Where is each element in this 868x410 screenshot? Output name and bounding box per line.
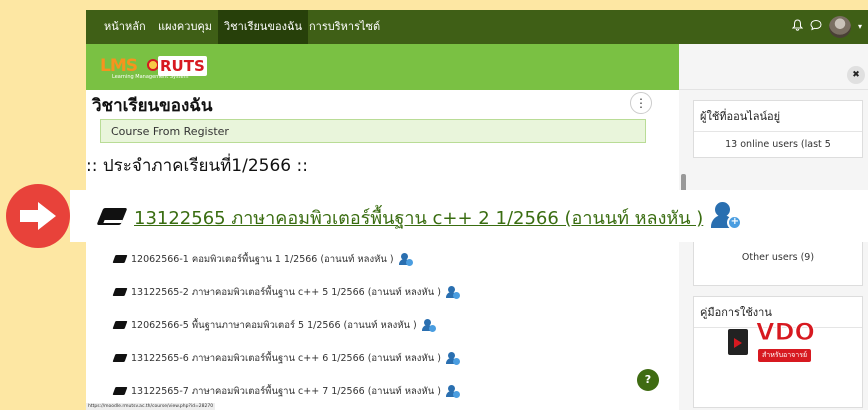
video-icon [728,329,748,355]
logo-bar: LMS RUTS Learning Management System [86,44,679,90]
close-drawer-button[interactable]: ✖ [847,66,865,84]
manual-block: คู่มือการใช้งาน VDO สำหรับอาจารย์ [693,296,863,408]
right-drawer: ผู้ใช้ที่ออนไลน์อยู่ 13 online users (la… [679,90,868,410]
avatar[interactable] [828,16,851,38]
enrol-user-icon[interactable] [398,252,413,266]
enrol-user-icon[interactable]: + [709,202,743,232]
highlight-overlay: 13122565 ภาษาคอมพิวเตอร์พื้นฐาน c++ 2 1/… [70,190,868,242]
list-item[interactable]: 12062566-5 พื้นฐานภาษาคอมพิวเตอร์ 5 1/25… [114,316,514,334]
online-count: 13 online users (last 5 [725,139,831,150]
list-item[interactable]: 13122565-6 ภาษาคอมพิวเตอร์พื้นฐาน c++ 6 … [114,349,514,367]
list-item[interactable]: 13122565-7 ภาษาคอมพิวเตอร์พื้นฐาน c++ 7 … [114,382,514,400]
vdo-word: VDO [756,318,816,347]
nav-my-courses[interactable]: วิชาเรียนของฉัน [218,10,308,44]
site-logo[interactable]: LMS RUTS Learning Management System [100,56,207,80]
book-icon [114,353,127,363]
enrol-user-icon[interactable] [445,384,460,398]
course-from-register-bar[interactable]: Course From Register [100,119,646,143]
course-link[interactable]: 13122565-7 ภาษาคอมพิวเตอร์พื้นฐาน c++ 7 … [131,384,441,399]
status-bar-url: https://moodle.rmutsv.ac.th/course/view.… [86,403,216,410]
book-icon [98,205,128,229]
other-users[interactable]: Other users (9) [694,242,862,270]
online-users-block: ผู้ใช้ที่ออนไลน์อยู่ 13 online users (la… [693,100,863,158]
list-item[interactable]: 12062566-1 คอมพิวเตอร์พื้นฐาน 1 1/2566 (… [114,250,514,268]
help-button[interactable]: ? [637,369,659,391]
drawer-header: ✖ [679,44,868,90]
chat-icon[interactable] [810,16,822,38]
logo-lms-text: LMS [100,56,138,76]
highlighted-course-link[interactable]: 13122565 ภาษาคอมพิวเตอร์พื้นฐาน c++ 2 1/… [98,202,743,232]
block-title: ผู้ใช้ที่ออนไลน์อยู่ [694,101,862,132]
vdo-manual-banner[interactable]: VDO สำหรับอาจารย์ [728,317,842,367]
enrol-user-icon[interactable] [445,351,460,365]
highlighted-course-text[interactable]: 13122565 ภาษาคอมพิวเตอร์พื้นฐาน c++ 2 1/… [134,203,703,232]
navbar-right: ▾ [791,16,862,38]
enrol-user-icon[interactable] [445,285,460,299]
book-icon [114,254,127,264]
kebab-menu-button[interactable]: ⋮ [630,92,652,114]
nav-site-admin[interactable]: การบริหารไซต์ [303,10,386,44]
nav-dashboard[interactable]: แผงควบคุม [152,10,218,44]
logo-ruts-text: RUTS [158,56,207,76]
book-icon [114,287,127,297]
term-heading: :: ประจำภาคเรียนที่1/2566 :: [86,156,308,176]
book-icon [114,386,127,396]
enrol-user-icon[interactable] [421,318,436,332]
course-link[interactable]: 12062566-1 คอมพิวเตอร์พื้นฐาน 1 1/2566 (… [131,252,394,267]
chevron-down-icon[interactable]: ▾ [858,16,862,38]
book-icon [114,320,127,330]
course-link[interactable]: 13122565-6 ภาษาคอมพิวเตอร์พื้นฐาน c++ 6 … [131,351,441,366]
vdo-subtitle: สำหรับอาจารย์ [758,349,812,362]
logo-subtitle: Learning Management System [112,74,189,80]
list-item[interactable]: 13122565-2 ภาษาคอมพิวเตอร์พื้นฐาน c++ 5 … [114,283,514,301]
other-users-block: Other users (9) [693,242,863,286]
nav-home[interactable]: หน้าหลัก [98,10,152,44]
top-navbar: หน้าหลัก แผงควบคุม วิชาเรียนของฉัน การบร… [86,10,868,44]
course-link[interactable]: 12062566-5 พื้นฐานภาษาคอมพิวเตอร์ 5 1/25… [131,318,417,333]
page-title: วิชาเรียนของฉัน [92,96,213,116]
bell-icon[interactable] [791,16,804,38]
course-link[interactable]: 13122565-2 ภาษาคอมพิวเตอร์พื้นฐาน c++ 5 … [131,285,441,300]
arrow-right-icon [6,184,70,248]
